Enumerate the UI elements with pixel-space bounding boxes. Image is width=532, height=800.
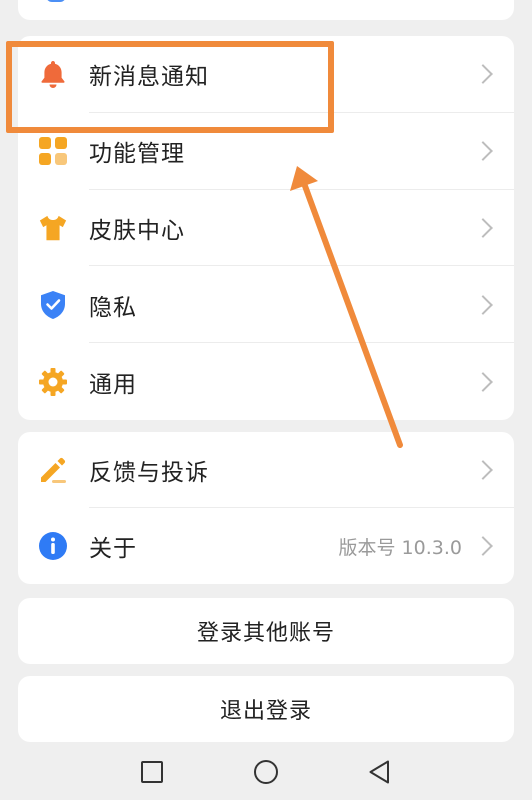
login-other-account-button[interactable]: 登录其他账号 <box>18 598 514 664</box>
tshirt-icon <box>38 213 68 243</box>
privacy-label: 隐私 <box>89 294 137 321</box>
support-item-about[interactable]: 关于 版本号 10.3.0 <box>18 508 514 584</box>
chevron-right-icon <box>473 141 493 162</box>
skin-center-label: 皮肤中心 <box>89 217 185 244</box>
version-number: 版本号 10.3.0 <box>338 536 462 559</box>
shield-icon <box>38 290 68 320</box>
settings-item-general[interactable]: 通用 <box>18 343 514 420</box>
support-item-feedback[interactable]: 反馈与投诉 <box>18 432 514 508</box>
back-icon[interactable] <box>366 758 394 786</box>
feature-management-label: 功能管理 <box>89 141 185 168</box>
system-navigation-bar <box>0 744 532 800</box>
recent-apps-icon[interactable] <box>138 758 166 786</box>
previous-card-partial <box>18 0 514 20</box>
info-icon <box>38 531 68 561</box>
grid-icon <box>38 136 68 166</box>
settings-item-privacy[interactable]: 隐私 <box>18 266 514 344</box>
highlight-box <box>6 41 334 133</box>
chevron-right-icon <box>473 294 493 315</box>
home-icon[interactable] <box>252 758 280 786</box>
chevron-right-icon <box>473 371 493 392</box>
settings-item-skin-center[interactable]: 皮肤中心 <box>18 190 514 267</box>
support-card: 反馈与投诉 关于 版本号 10.3.0 <box>18 432 514 584</box>
feedback-label: 反馈与投诉 <box>89 460 209 486</box>
gear-icon <box>38 367 68 397</box>
logout-button[interactable]: 退出登录 <box>18 676 514 742</box>
chevron-right-icon <box>473 218 493 238</box>
general-label: 通用 <box>89 371 137 398</box>
chevron-right-icon <box>473 64 493 85</box>
chevron-right-icon <box>473 536 493 556</box>
partial-icon <box>46 0 66 2</box>
chevron-right-icon <box>473 460 493 480</box>
edit-icon <box>38 455 68 485</box>
about-label: 关于 <box>89 536 137 562</box>
